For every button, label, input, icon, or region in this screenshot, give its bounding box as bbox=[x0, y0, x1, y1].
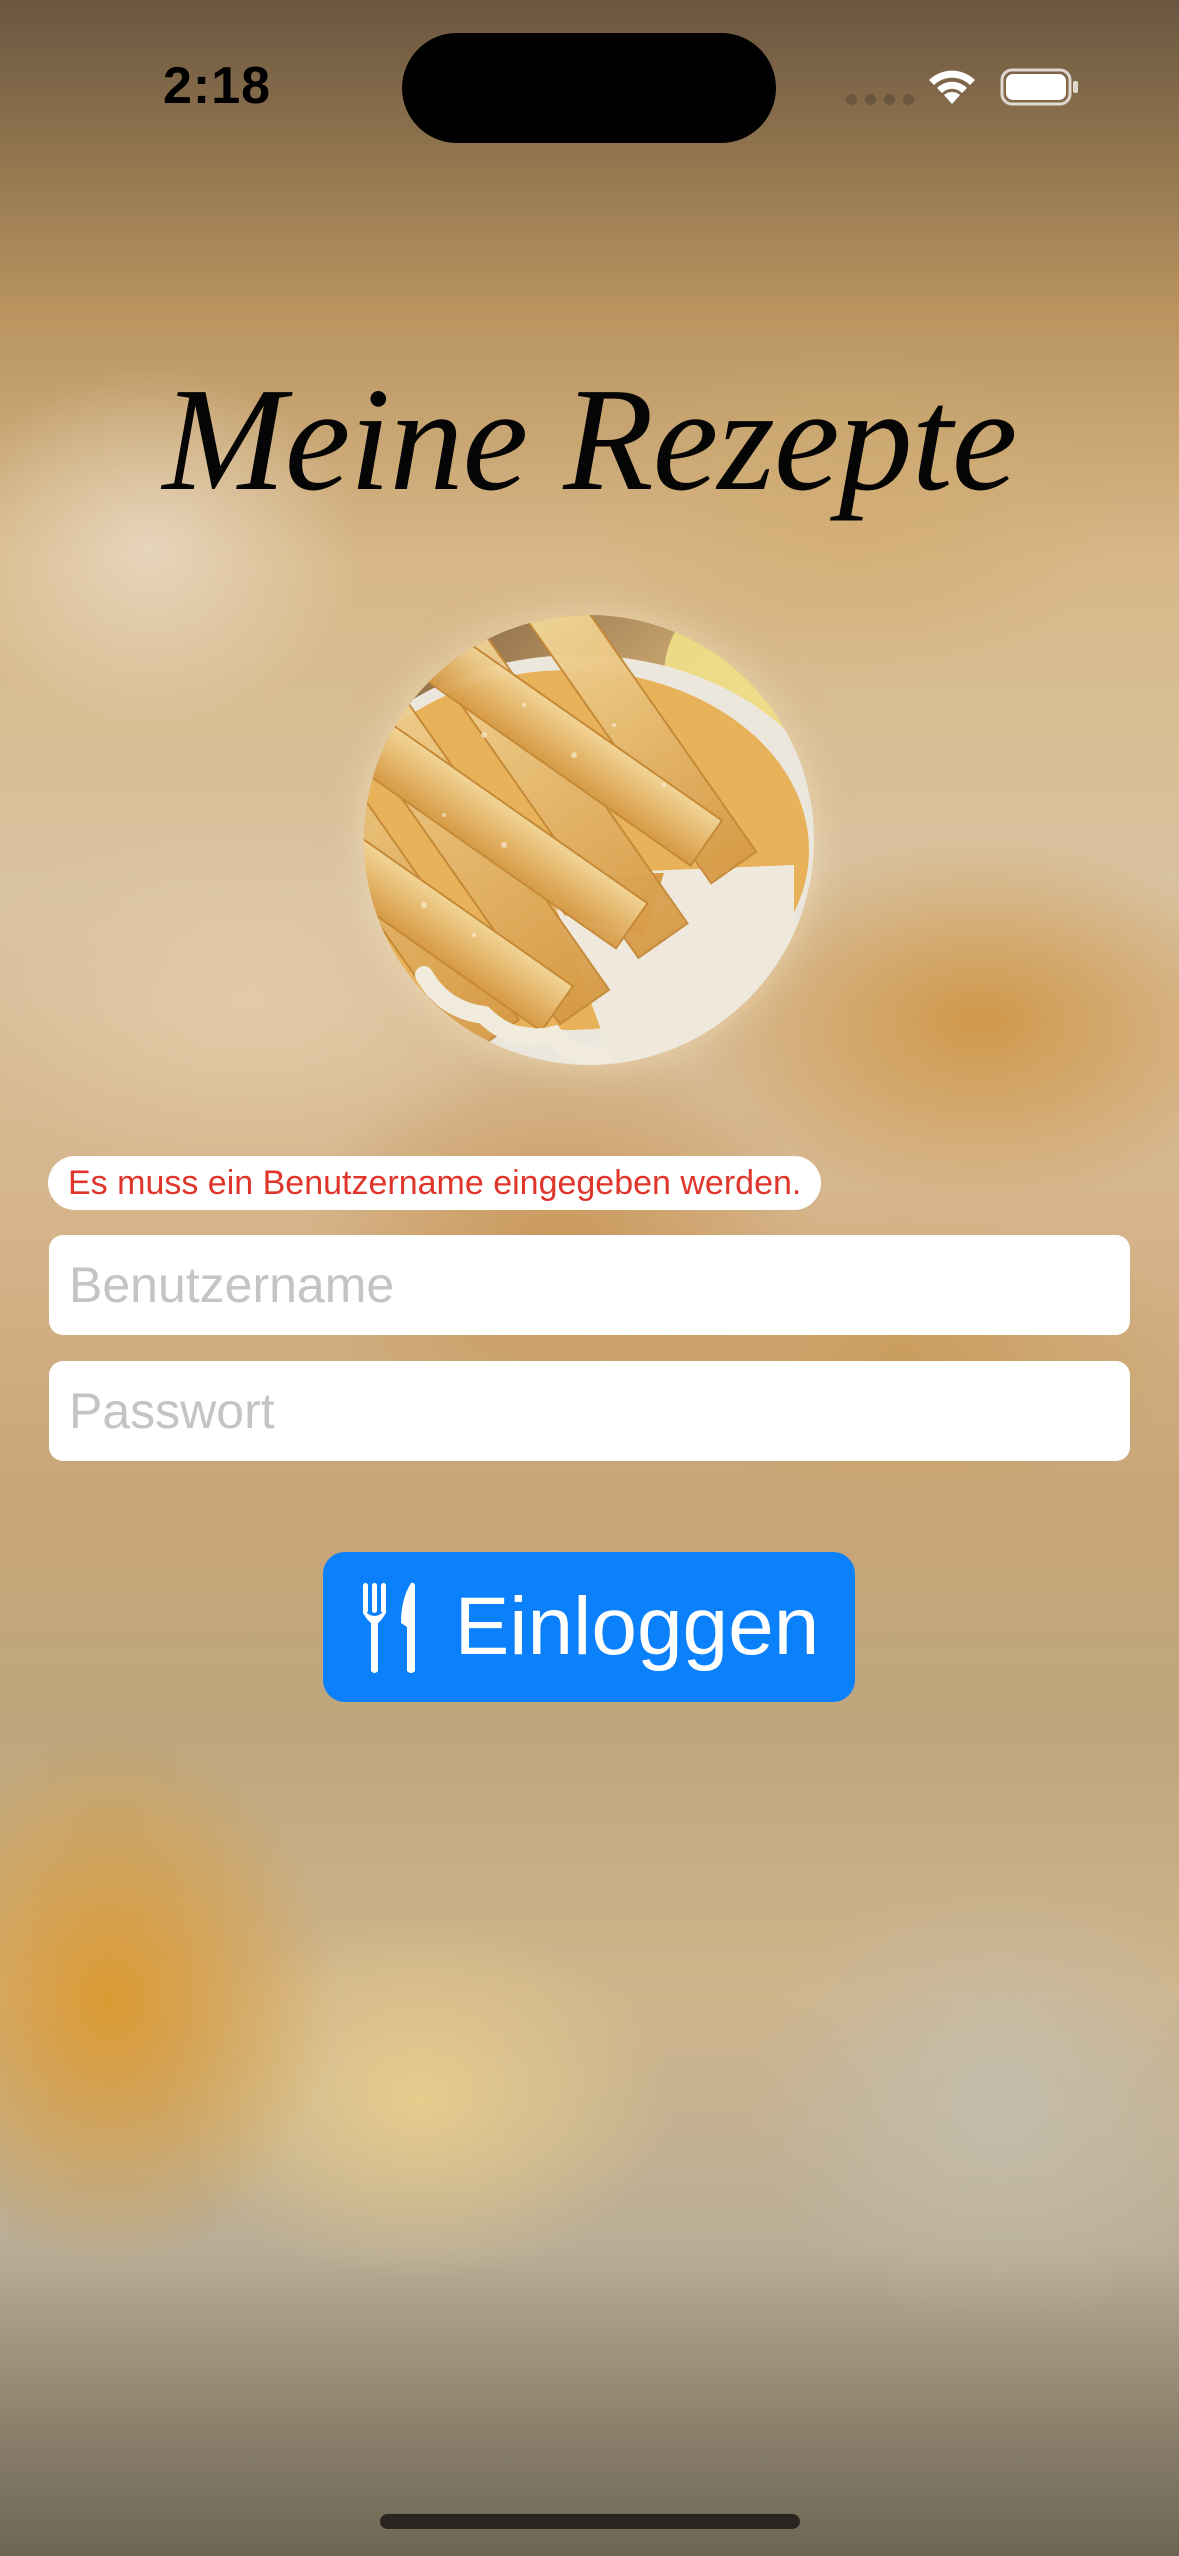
dynamic-island bbox=[402, 33, 776, 143]
login-button-label: Einloggen bbox=[454, 1581, 820, 1672]
login-button[interactable]: Einloggen bbox=[323, 1552, 855, 1702]
wifi-icon bbox=[929, 70, 975, 104]
cellular-dots-icon bbox=[846, 94, 914, 105]
apple-pie-photo bbox=[364, 615, 814, 1065]
username-field[interactable] bbox=[49, 1235, 1130, 1335]
battery-icon bbox=[1000, 68, 1078, 106]
username-error-message: Es muss ein Benutzername eingegeben werd… bbox=[48, 1156, 822, 1210]
home-indicator[interactable] bbox=[380, 2514, 800, 2529]
fork-knife-icon bbox=[362, 1582, 415, 1673]
status-time: 2:18 bbox=[163, 57, 272, 115]
password-field[interactable] bbox=[49, 1361, 1130, 1461]
app-title: Meine Rezepte bbox=[162, 358, 1018, 522]
